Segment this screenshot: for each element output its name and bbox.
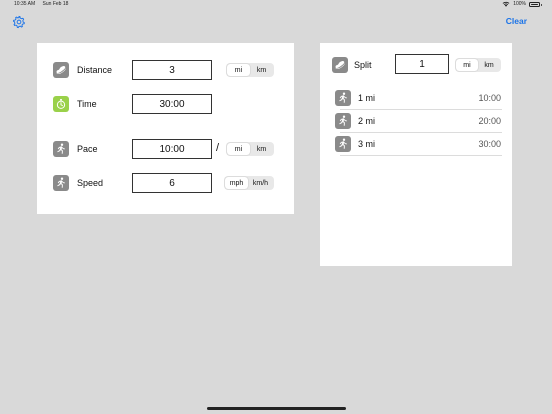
split-row-time: 20:00 xyxy=(478,116,501,126)
gear-icon[interactable] xyxy=(12,15,26,29)
split-row-label: 1 mi xyxy=(358,93,376,103)
status-date: Sun Feb 18 xyxy=(42,1,69,7)
split-row-label: 2 mi xyxy=(358,116,376,126)
split-unit-mi[interactable]: mi xyxy=(456,59,478,71)
shoe-icon xyxy=(53,62,69,78)
time-field[interactable] xyxy=(132,94,212,114)
pace-field[interactable] xyxy=(132,139,212,159)
pace-unit-mi[interactable]: mi xyxy=(227,143,250,155)
wifi-icon xyxy=(502,1,510,7)
pace-label: Pace xyxy=(77,144,98,154)
pace-unit-km[interactable]: km xyxy=(250,143,273,155)
speed-field[interactable] xyxy=(132,173,212,193)
distance-unit-selector: mi km xyxy=(226,63,274,77)
splits-panel: Split mi km 1 mi 10:00 2 mi 20:00 3 mi 3… xyxy=(320,43,512,266)
distance-unit-mi[interactable]: mi xyxy=(227,64,250,76)
pace-unit-selector: mi km xyxy=(226,142,274,156)
split-row-time: 30:00 xyxy=(478,139,501,149)
status-bar-right: 100% xyxy=(502,1,542,7)
split-unit-selector: mi km xyxy=(455,58,501,72)
status-time: 10:35 AM xyxy=(14,1,36,7)
stopwatch-icon xyxy=(53,96,69,112)
split-row: 2 mi 20:00 xyxy=(335,110,502,133)
runner-icon xyxy=(335,113,351,129)
split-label: Split xyxy=(354,60,372,70)
runner-icon xyxy=(53,141,69,157)
runner-icon xyxy=(335,90,351,106)
speed-unit-mph[interactable]: mph xyxy=(225,177,248,189)
status-bar-left: 10:35 AM Sun Feb 18 xyxy=(14,1,68,7)
runner-icon xyxy=(53,175,69,191)
speed-label: Speed xyxy=(77,178,104,188)
time-label: Time xyxy=(77,99,97,109)
runner-icon xyxy=(335,136,351,152)
shoe-icon xyxy=(332,57,348,73)
split-row: 3 mi 30:00 xyxy=(335,133,502,156)
split-unit-km[interactable]: km xyxy=(478,59,500,71)
speed-unit-kmh[interactable]: km/h xyxy=(248,177,273,189)
split-row-label: 3 mi xyxy=(358,139,376,149)
battery-percent: 100% xyxy=(513,1,526,7)
battery-icon xyxy=(529,1,542,7)
split-field[interactable] xyxy=(395,54,449,74)
distance-label: Distance xyxy=(77,65,113,75)
split-row: 1 mi 10:00 xyxy=(335,87,502,110)
distance-unit-km[interactable]: km xyxy=(250,64,273,76)
split-row-time: 10:00 xyxy=(478,93,501,103)
home-indicator[interactable] xyxy=(207,407,346,410)
pace-separator: / xyxy=(216,142,220,154)
calculator-panel: Distance mi km Time Pace / mi km Speed m… xyxy=(37,43,294,214)
distance-field[interactable] xyxy=(132,60,212,80)
speed-unit-selector: mph km/h xyxy=(224,176,274,190)
clear-button[interactable]: Clear xyxy=(506,16,527,26)
